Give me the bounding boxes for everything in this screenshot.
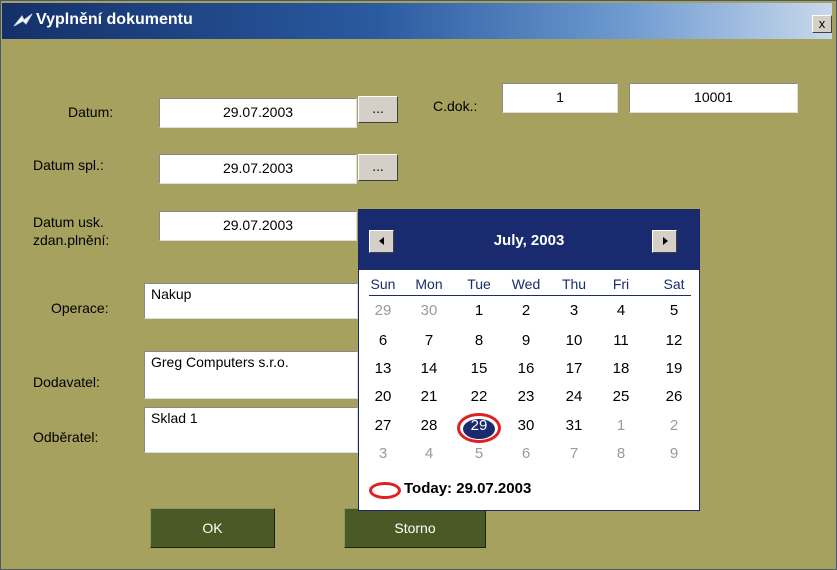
weekday-header-sun: Sun xyxy=(370,276,396,292)
datum-usk-label-2: zdan.plnění: xyxy=(33,232,110,248)
calendar-day[interactable]: 4 xyxy=(409,445,449,462)
calendar-day[interactable]: 9 xyxy=(506,332,546,349)
calendar-day[interactable]: 18 xyxy=(601,360,641,377)
calendar-day[interactable]: 25 xyxy=(601,388,641,405)
calendar-day[interactable]: 7 xyxy=(554,445,594,462)
calendar-day[interactable]: 7 xyxy=(409,332,449,349)
weekday-header-wed: Wed xyxy=(511,276,541,292)
operace-select[interactable]: Nakup xyxy=(144,283,358,319)
ok-button[interactable]: OK xyxy=(150,508,275,548)
datum-spl-picker-button[interactable]: ... xyxy=(358,154,398,181)
cdok-input-2[interactable]: 10001 xyxy=(629,83,798,113)
calendar-month-label: July, 2003 xyxy=(493,232,565,249)
dodavatel-input[interactable]: Greg Computers s.r.o. xyxy=(144,351,358,399)
odberatel-label: Odběratel: xyxy=(33,429,99,445)
calendar-day[interactable]: 19 xyxy=(654,360,694,377)
weekday-header-mon: Mon xyxy=(415,276,443,292)
today-ring-icon xyxy=(369,482,401,499)
calendar-day[interactable]: 5 xyxy=(654,302,694,319)
weekday-header-tue: Tue xyxy=(467,276,491,292)
datum-spl-label: Datum spl.: xyxy=(33,157,104,173)
calendar-day[interactable]: 31 xyxy=(554,417,594,434)
today-link[interactable]: Today: 29.07.2003 xyxy=(404,480,531,497)
calendar-day[interactable]: 29 xyxy=(363,302,403,319)
odberatel-input[interactable]: Sklad 1 xyxy=(144,407,358,453)
calendar-day[interactable]: 26 xyxy=(654,388,694,405)
datum-usk-label-1: Datum usk. xyxy=(33,214,104,230)
calendar-day[interactable]: 10 xyxy=(554,332,594,349)
close-button[interactable]: x xyxy=(812,15,832,33)
storno-button[interactable]: Storno xyxy=(344,508,486,548)
datum-spl-input[interactable]: 29.07.2003 xyxy=(159,154,357,184)
calendar-popup: July, 2003 Sun Mon Tue Wed Thu Fri Sat 29 30 1 2 3… xyxy=(358,209,700,511)
calendar-day[interactable]: 6 xyxy=(506,445,546,462)
calendar-divider xyxy=(369,295,691,296)
calendar-day[interactable]: 30 xyxy=(409,302,449,319)
next-month-button[interactable] xyxy=(652,230,677,253)
calendar-day[interactable]: 15 xyxy=(459,360,499,377)
calendar-day[interactable]: 5 xyxy=(459,445,499,462)
calendar-day[interactable]: 2 xyxy=(506,302,546,319)
datum-label: Datum: xyxy=(68,104,114,120)
weekday-header-thu: Thu xyxy=(561,276,587,292)
calendar-day[interactable]: 1 xyxy=(459,302,499,319)
selected-day-ring xyxy=(457,413,501,443)
datum-usk-input[interactable]: 29.07.2003 xyxy=(159,211,357,241)
calendar-day[interactable]: 8 xyxy=(601,445,641,462)
weekday-header-sat: Sat xyxy=(663,276,685,292)
calendar-header: July, 2003 xyxy=(359,210,699,270)
calendar-day[interactable]: 9 xyxy=(654,445,694,462)
calendar-day[interactable]: 22 xyxy=(459,388,499,405)
calendar-day[interactable]: 8 xyxy=(459,332,499,349)
calendar-day[interactable]: 3 xyxy=(554,302,594,319)
calendar-day[interactable]: 20 xyxy=(363,388,403,405)
triangle-right-icon xyxy=(662,237,668,245)
operace-label: Operace: xyxy=(51,300,109,316)
calendar-day[interactable]: 4 xyxy=(601,302,641,319)
close-icon: x xyxy=(818,16,826,31)
calendar-day[interactable]: 14 xyxy=(409,360,449,377)
calendar-day[interactable]: 23 xyxy=(506,388,546,405)
window-title: Vyplnění dokumentu xyxy=(36,11,193,28)
calendar-day[interactable]: 11 xyxy=(601,332,641,349)
calendar-day[interactable]: 30 xyxy=(506,417,546,434)
calendar-day[interactable]: 28 xyxy=(409,417,449,434)
calendar-day[interactable]: 3 xyxy=(363,445,403,462)
title-bar[interactable]: Vyplnění dokumentu x xyxy=(2,3,832,39)
calendar-day[interactable]: 2 xyxy=(654,417,694,434)
calendar-day[interactable]: 1 xyxy=(601,417,641,434)
calendar-day[interactable]: 13 xyxy=(363,360,403,377)
dialog-window: Vyplnění dokumentu x Datum: 29.07.2003 .… xyxy=(0,0,837,570)
datum-picker-button[interactable]: ... xyxy=(358,96,398,123)
cdok-input-1[interactable]: 1 xyxy=(502,83,618,113)
weekday-header-fri: Fri xyxy=(612,276,630,292)
calendar-day[interactable]: 17 xyxy=(554,360,594,377)
calendar-day[interactable]: 21 xyxy=(409,388,449,405)
calendar-day[interactable]: 24 xyxy=(554,388,594,405)
datum-input[interactable]: 29.07.2003 xyxy=(159,98,357,128)
calendar-day[interactable]: 12 xyxy=(654,332,694,349)
calendar-day[interactable]: 16 xyxy=(506,360,546,377)
cdok-label: C.dok.: xyxy=(433,98,478,114)
dodavatel-label: Dodavatel: xyxy=(33,374,100,390)
calendar-day[interactable]: 27 xyxy=(363,417,403,434)
calendar-day[interactable]: 6 xyxy=(363,332,403,349)
app-icon xyxy=(12,12,34,30)
